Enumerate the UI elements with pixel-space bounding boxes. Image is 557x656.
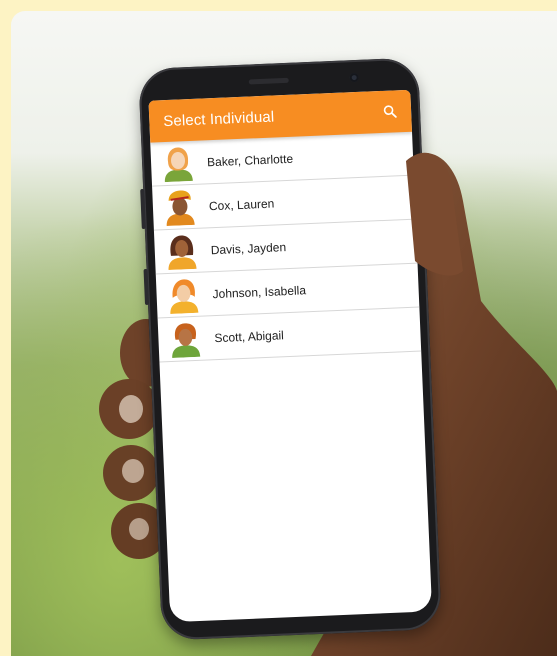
thumb-illustration [406,152,463,276]
photo-frame: Select Individual Baker, Charlotte Cox, … [11,11,557,656]
